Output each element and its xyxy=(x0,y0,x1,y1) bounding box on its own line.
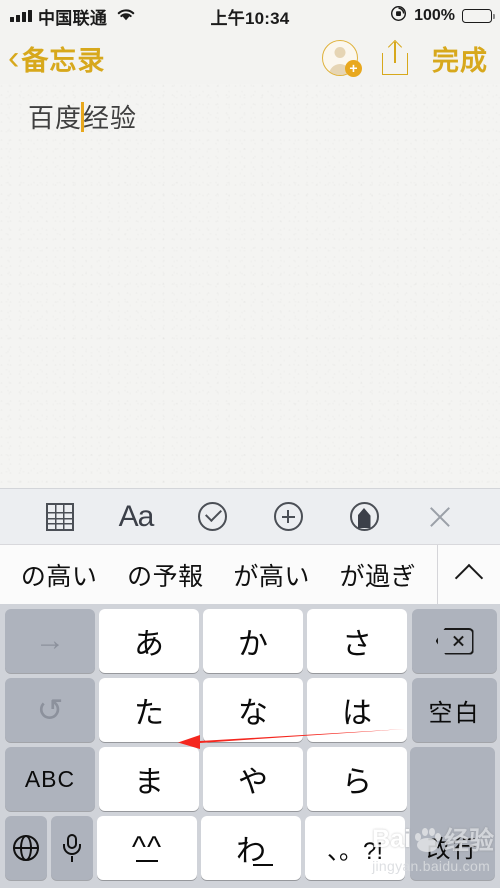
note-text: 百度 经验 xyxy=(28,98,137,135)
key-punctuation[interactable]: 、。?! xyxy=(305,816,405,880)
format-toolbar: Aa xyxy=(0,488,500,544)
note-text-after-caret: 经验 xyxy=(83,103,138,133)
delete-icon xyxy=(435,627,474,655)
prediction-candidate[interactable]: が過ぎ xyxy=(336,557,421,593)
navigation-actions: + 完成 xyxy=(322,39,488,78)
key-undo[interactable]: ↺ xyxy=(5,678,95,742)
key-ra[interactable]: ら xyxy=(307,747,407,811)
status-bar-right: 100% xyxy=(390,5,495,27)
chevron-up-icon[interactable] xyxy=(437,545,500,605)
back-button-label: 备忘录 xyxy=(21,45,106,76)
microphone-icon xyxy=(61,834,83,862)
key-globe[interactable] xyxy=(5,816,47,880)
key-sa[interactable]: さ xyxy=(307,609,407,673)
key-delete[interactable] xyxy=(412,609,497,673)
prediction-candidate[interactable]: の高い xyxy=(17,557,102,593)
checklist-icon[interactable] xyxy=(190,495,234,539)
text-format-icon[interactable]: Aa xyxy=(114,495,158,539)
globe-icon xyxy=(13,835,39,861)
navigation-bar: ‹ 备忘录 + 完成 xyxy=(0,32,500,84)
key-ha[interactable]: は xyxy=(307,678,407,742)
key-ma[interactable]: ま xyxy=(99,747,199,811)
keyboard-row-1: → あ か さ xyxy=(0,609,500,673)
add-person-icon[interactable]: + xyxy=(322,40,362,77)
key-abc[interactable]: ABC xyxy=(5,747,95,811)
key-next-candidate[interactable]: → xyxy=(5,609,95,673)
prediction-candidates: の高い の予報 が高い が過ぎ xyxy=(0,545,437,605)
close-icon[interactable] xyxy=(418,495,462,539)
key-return[interactable]: 改行 xyxy=(410,747,495,880)
key-ta[interactable]: た xyxy=(99,678,199,742)
key-wa[interactable]: わ xyxy=(201,816,301,880)
status-bar: 中国联通 上午10:34 100% xyxy=(0,0,500,32)
key-na[interactable]: な xyxy=(203,678,303,742)
chevron-left-icon: ‹ xyxy=(8,39,20,77)
battery-icon xyxy=(462,9,495,23)
key-dictation[interactable] xyxy=(51,816,93,880)
table-icon[interactable] xyxy=(38,495,82,539)
prediction-candidate[interactable]: が高い xyxy=(229,557,314,593)
key-ya[interactable]: や xyxy=(203,747,303,811)
key-emoticon[interactable]: ^^ xyxy=(97,816,197,880)
rotation-lock-icon xyxy=(390,5,407,27)
markup-pen-icon[interactable] xyxy=(342,495,386,539)
note-editor[interactable]: 百度 经验 xyxy=(0,84,500,488)
note-text-before-caret: 百度 xyxy=(28,103,83,133)
share-icon[interactable] xyxy=(382,39,408,75)
battery-percent-label: 100% xyxy=(414,7,455,24)
key-space[interactable]: 空白 xyxy=(412,678,497,742)
add-attachment-icon[interactable] xyxy=(266,495,310,539)
phone-screen: 中国联通 上午10:34 100% ‹ 备忘录 + 完成 百度 经验 Aa の高… xyxy=(0,0,500,888)
done-button[interactable]: 完成 xyxy=(432,39,488,78)
keyboard-row-2: ↺ た な は 空白 xyxy=(0,678,500,742)
kana-keyboard: → あ か さ ↺ た な は 空白 ABC ま や ら ^^ わ 、。?! 改… xyxy=(0,604,500,888)
key-a[interactable]: あ xyxy=(99,609,199,673)
back-button[interactable]: ‹ 备忘录 xyxy=(8,39,105,78)
key-ka[interactable]: か xyxy=(203,609,303,673)
prediction-bar: の高い の予報 が高い が過ぎ xyxy=(0,544,500,606)
prediction-candidate[interactable]: の予報 xyxy=(123,557,208,593)
